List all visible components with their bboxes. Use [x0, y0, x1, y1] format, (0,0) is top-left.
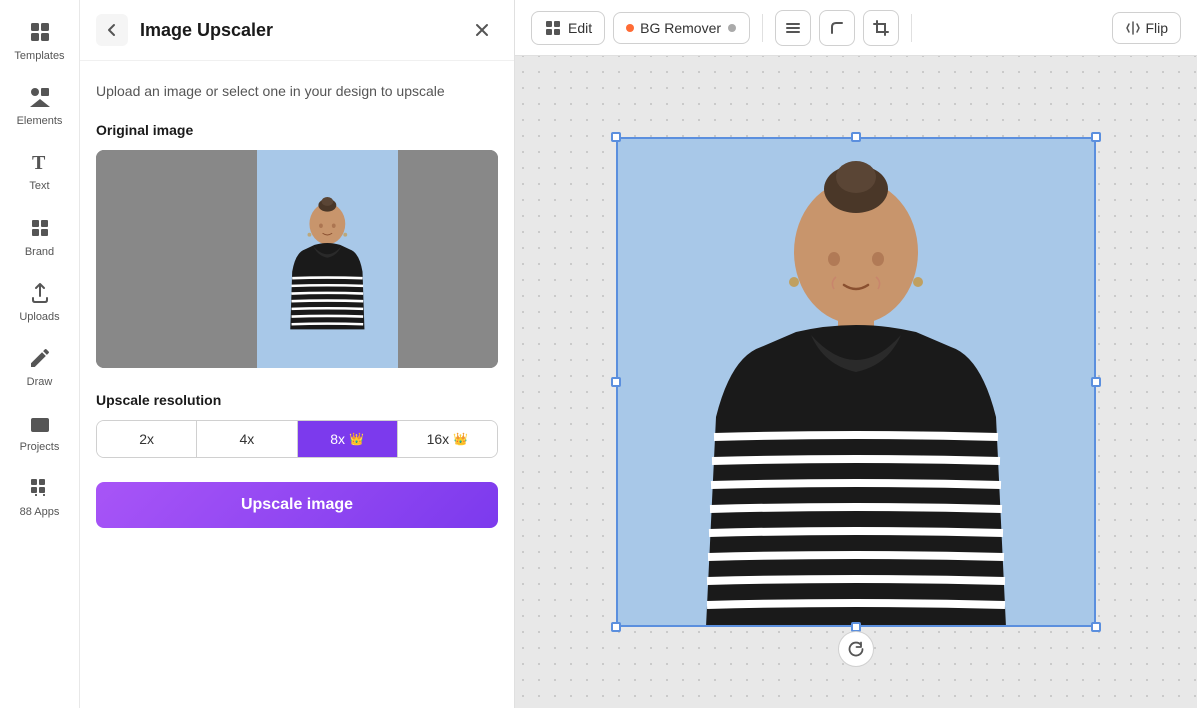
image-center-blue — [257, 150, 398, 368]
toolbar-divider-1 — [762, 14, 763, 42]
panel-content: Upload an image or select one in your de… — [80, 61, 514, 708]
upscale-resolution-section: Upscale resolution 2x 4x 8x 👑 16x 👑 — [96, 392, 498, 458]
resolution-4x-label: 4x — [239, 431, 254, 447]
panel-header: Image Upscaler — [80, 0, 514, 61]
projects-icon — [26, 409, 54, 437]
resolution-8x-label: 8x — [330, 431, 345, 447]
resolution-8x[interactable]: 8x 👑 — [298, 421, 398, 457]
canvas-image-wrapper[interactable] — [616, 137, 1096, 627]
bg-remover-button[interactable]: BG Remover — [613, 12, 750, 44]
sidebar-item-uploads-label: Uploads — [19, 311, 59, 324]
handle-middle-left[interactable] — [611, 377, 621, 387]
sidebar-item-draw-label: Draw — [27, 376, 53, 389]
image-preview-inner — [96, 150, 498, 368]
edit-icon — [544, 19, 562, 37]
panel-description: Upload an image or select one in your de… — [96, 81, 498, 102]
crop-button[interactable] — [863, 10, 899, 46]
sidebar-item-projects[interactable]: Projects — [5, 401, 75, 462]
edit-button[interactable]: Edit — [531, 11, 605, 45]
sidebar-item-apps[interactable]: 88 Apps — [5, 466, 75, 527]
resolution-2x[interactable]: 2x — [97, 421, 197, 457]
flip-label: Flip — [1145, 20, 1168, 36]
panel-back-button[interactable] — [96, 14, 128, 46]
upscale-resolution-label: Upscale resolution — [96, 392, 498, 408]
bg-remover-dot-icon — [727, 23, 737, 33]
image-right-gray — [398, 150, 499, 368]
sidebar-item-brand[interactable]: Brand — [5, 206, 75, 267]
person-illustration — [257, 150, 398, 368]
refresh-icon[interactable] — [838, 631, 874, 667]
original-image-preview — [96, 150, 498, 368]
sidebar: Templates Elements T Text — [0, 0, 80, 708]
resolution-4x[interactable]: 4x — [197, 421, 297, 457]
apps-icon — [26, 474, 54, 502]
sidebar-item-templates[interactable]: Templates — [5, 10, 75, 71]
canvas-area: Edit BG Remover — [515, 0, 1197, 708]
sidebar-item-elements-label: Elements — [17, 115, 63, 128]
crop-icon — [872, 19, 890, 37]
draw-icon — [26, 344, 54, 372]
brand-icon — [26, 214, 54, 242]
handle-top-right[interactable] — [1091, 132, 1101, 142]
sidebar-item-elements[interactable]: Elements — [5, 75, 75, 136]
flip-icon — [1125, 20, 1141, 36]
bg-remover-label: BG Remover — [640, 20, 721, 36]
sidebar-item-draw[interactable]: Draw — [5, 336, 75, 397]
handle-top-middle[interactable] — [851, 132, 861, 142]
sidebar-item-brand-label: Brand — [25, 246, 54, 259]
selection-border — [616, 137, 1096, 627]
sidebar-item-text-label: Text — [29, 180, 49, 193]
panel-close-button[interactable] — [466, 14, 498, 46]
resolution-16x[interactable]: 16x 👑 — [398, 421, 497, 457]
upscale-image-button[interactable]: Upscale image — [96, 482, 498, 528]
sidebar-item-text[interactable]: T Text — [5, 140, 75, 201]
sidebar-item-apps-label: 88 Apps — [20, 506, 60, 519]
svg-text:T: T — [32, 152, 46, 174]
resolution-options: 2x 4x 8x 👑 16x 👑 — [96, 420, 498, 458]
resolution-16x-label: 16x — [427, 431, 450, 447]
text-icon: T — [26, 148, 54, 176]
sidebar-item-templates-label: Templates — [14, 50, 64, 63]
edit-label: Edit — [568, 20, 592, 36]
crown-icon-8x: 👑 — [349, 432, 364, 446]
resolution-2x-label: 2x — [139, 431, 154, 447]
uploads-icon — [26, 279, 54, 307]
handle-top-left[interactable] — [611, 132, 621, 142]
image-upscaler-panel: Image Upscaler Upload an image or select… — [80, 0, 515, 708]
templates-icon — [26, 18, 54, 46]
upscale-button-label: Upscale image — [241, 496, 353, 513]
top-toolbar: Edit BG Remover — [515, 0, 1197, 56]
corner-radius-button[interactable] — [819, 10, 855, 46]
handle-middle-right[interactable] — [1091, 377, 1101, 387]
image-left-gray — [96, 150, 257, 368]
layout-icon — [784, 19, 802, 37]
corner-radius-icon — [828, 19, 846, 37]
sidebar-item-uploads[interactable]: Uploads — [5, 271, 75, 332]
wand-dot — [626, 24, 634, 32]
crown-icon-16x: 👑 — [453, 432, 468, 446]
toolbar-divider-2 — [911, 14, 912, 42]
original-image-label: Original image — [96, 122, 498, 138]
handle-bottom-left[interactable] — [611, 622, 621, 632]
layout-icon-button[interactable] — [775, 10, 811, 46]
canvas-content — [515, 56, 1197, 708]
elements-icon — [26, 83, 54, 111]
panel-title: Image Upscaler — [140, 20, 454, 41]
handle-bottom-right[interactable] — [1091, 622, 1101, 632]
sidebar-item-projects-label: Projects — [20, 441, 60, 454]
flip-button[interactable]: Flip — [1112, 12, 1181, 44]
